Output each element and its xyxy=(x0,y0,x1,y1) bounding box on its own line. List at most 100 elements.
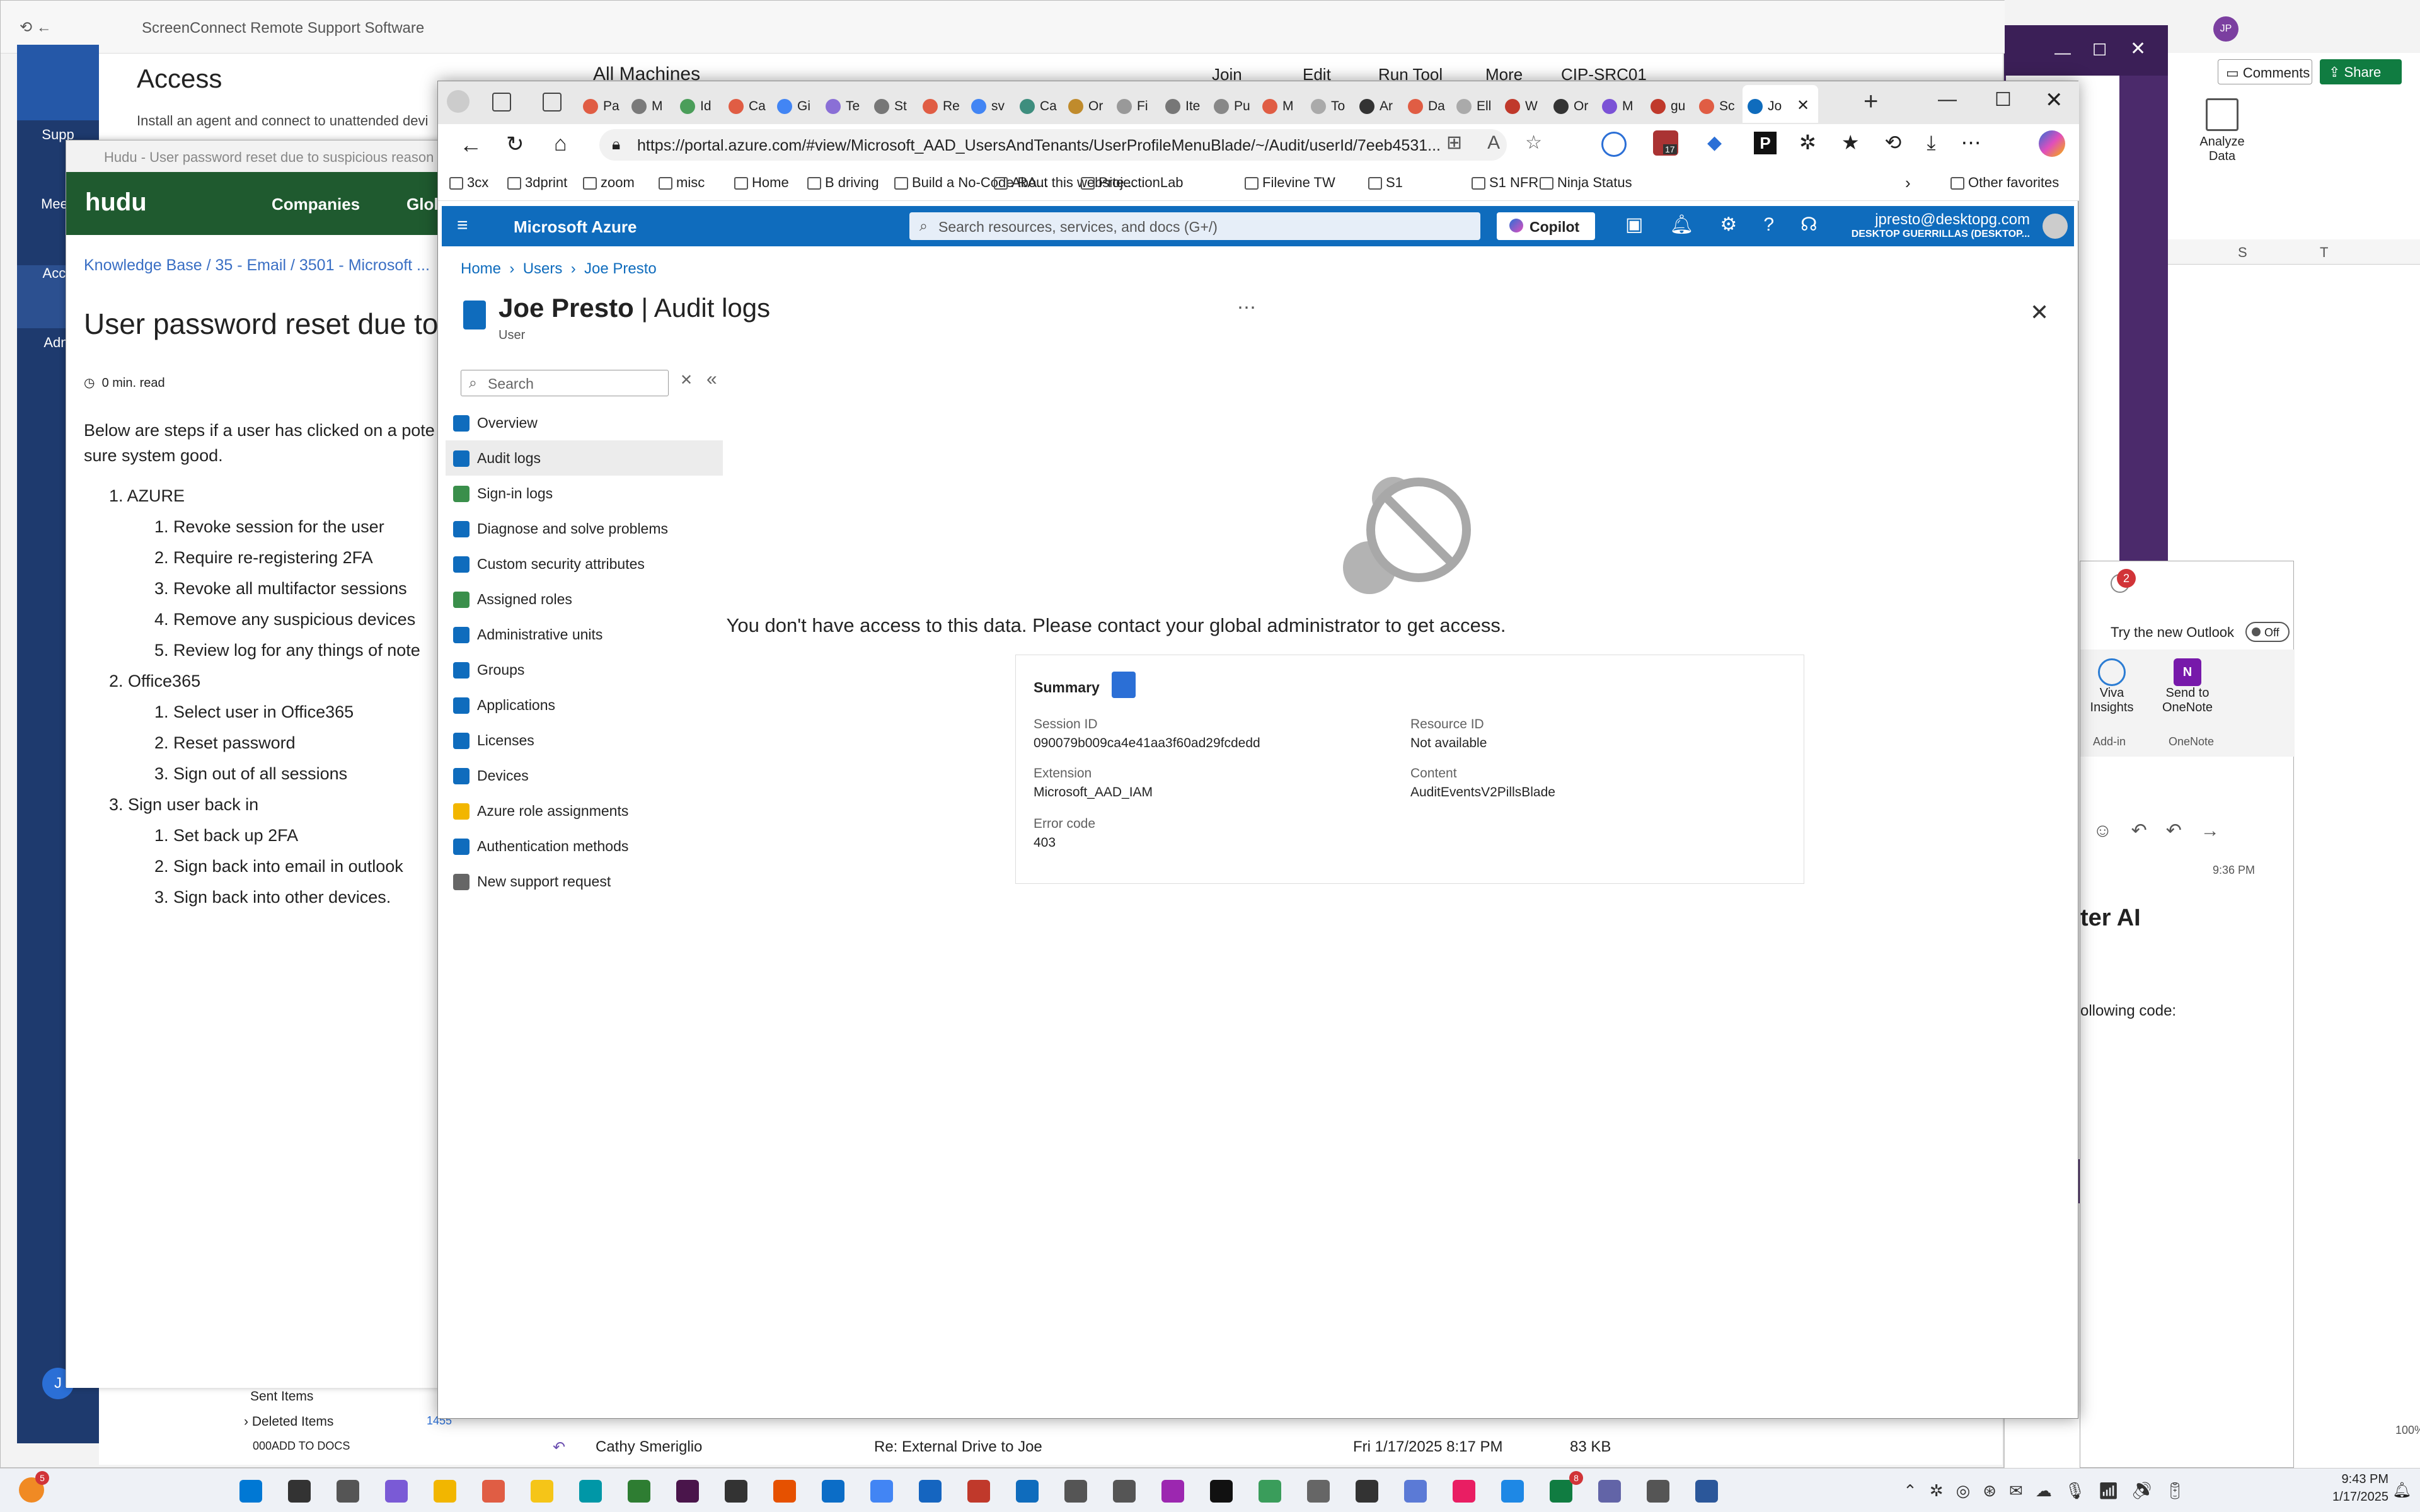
favorite-item[interactable]: B driving xyxy=(807,175,879,191)
workspaces-icon[interactable] xyxy=(492,93,511,112)
taskbar-task-view-icon[interactable] xyxy=(337,1480,359,1503)
favorite-item[interactable]: Filevine TW xyxy=(1245,175,1335,191)
menu-item-applications[interactable]: Applications xyxy=(446,687,723,723)
taskbar-file-explorer-icon[interactable] xyxy=(434,1480,456,1503)
browser-tab[interactable]: St xyxy=(869,85,918,123)
new-tab-button[interactable]: + xyxy=(1864,88,1878,116)
menu-item-diagnose-and-solve-problems[interactable]: Diagnose and solve problems xyxy=(446,511,723,546)
browser-tab[interactable]: M xyxy=(626,85,675,123)
taskbar-sticky-icon[interactable] xyxy=(1113,1480,1136,1503)
nav-global[interactable]: Glol xyxy=(406,195,439,214)
taskbar-search-icon[interactable] xyxy=(288,1480,311,1503)
taskbar-evernote-icon[interactable] xyxy=(1161,1480,1184,1503)
menu-item-sign-in-logs[interactable]: Sign-in logs xyxy=(446,476,723,511)
browser-tab[interactable]: Or xyxy=(1063,85,1112,123)
back-icon[interactable]: ⟲ ← xyxy=(20,18,52,37)
taskbar-folder-icon[interactable] xyxy=(482,1480,505,1503)
browser-tab[interactable]: Re xyxy=(918,85,966,123)
browser-tab[interactable]: Gi xyxy=(772,85,821,123)
profile-icon[interactable] xyxy=(447,90,470,113)
browser-tab[interactable]: Jo ✕ xyxy=(1743,85,1818,123)
teams-min-icon[interactable]: — xyxy=(2054,43,2071,62)
browser-tab[interactable]: Ite xyxy=(1160,85,1209,123)
menu-item-licenses[interactable]: Licenses xyxy=(446,723,723,758)
menu-item-audit-logs[interactable]: Audit logs xyxy=(446,440,723,476)
browser-tab[interactable]: Ca xyxy=(723,85,772,123)
copy-icon[interactable] xyxy=(1112,672,1136,698)
favorite-item[interactable]: ProjectionLab xyxy=(1081,175,1184,191)
analyze-data-button[interactable]: Analyze Data xyxy=(2187,94,2257,176)
teams-max-icon[interactable]: ☐ xyxy=(2092,40,2107,60)
copilot-icon[interactable] xyxy=(2039,130,2065,157)
browser-tab[interactable]: Da xyxy=(1403,85,1451,123)
mail-row[interactable]: ↶ Cathy Smeriglio Re: External Drive to … xyxy=(553,1433,1813,1465)
taskbar-word-icon[interactable] xyxy=(1598,1480,1621,1503)
drop-extension-icon[interactable]: ◆ xyxy=(1707,132,1722,154)
hudu-logo[interactable]: hudu xyxy=(85,188,147,217)
clock-date[interactable]: 1/17/2025 xyxy=(2319,1490,2388,1504)
taskbar-excel-icon[interactable] xyxy=(1453,1480,1475,1503)
menu-item-azure-role-assignments[interactable]: Azure role assignments xyxy=(446,793,723,828)
excel-avatar[interactable]: JP xyxy=(2213,16,2238,42)
minimize-icon[interactable]: — xyxy=(1938,89,1957,110)
taskbar-mail-app-icon[interactable] xyxy=(773,1480,796,1503)
tab-close-icon[interactable]: ✕ xyxy=(1797,96,1809,115)
menu-item-overview[interactable]: Overview xyxy=(446,405,723,440)
favorite-item[interactable]: S1 NFR xyxy=(1472,175,1538,191)
taskbar-outlook-desktop-icon[interactable] xyxy=(1550,1480,1572,1503)
url-input[interactable]: 🔒︎ https://portal.azure.com/#view/Micros… xyxy=(599,129,1507,161)
browser-tab[interactable]: To xyxy=(1306,85,1354,123)
send-to-onenote-button[interactable]: N Send to OneNote xyxy=(2156,658,2219,715)
browser-tab[interactable]: M xyxy=(1257,85,1306,123)
system-tray[interactable]: ⌃✲◎⊛✉☁🎙︎📶︎🔊︎🔋︎ xyxy=(1903,1481,2198,1501)
browser-tab[interactable]: Ar xyxy=(1354,85,1403,123)
taskbar-outlook-icon[interactable] xyxy=(967,1480,990,1503)
other-favorites[interactable]: Other favorites xyxy=(1950,175,2059,191)
close-icon[interactable]: ✕ xyxy=(2045,88,2063,113)
favorite-item[interactable]: Home xyxy=(734,175,789,191)
browser-tab[interactable]: Te xyxy=(821,85,869,123)
taskbar-slack-icon[interactable] xyxy=(676,1480,699,1503)
share-button[interactable]: ⇪ Share xyxy=(2320,59,2402,84)
favorite-item[interactable]: zoom xyxy=(583,175,635,191)
reply-actions[interactable]: ☺↶↶→ xyxy=(2093,820,2238,842)
copilot-button[interactable]: Copilot xyxy=(1497,212,1595,240)
browser-tab[interactable]: Fi xyxy=(1112,85,1160,123)
more-options-icon[interactable]: ⋯ xyxy=(1237,297,1256,319)
browser-tab[interactable]: Ell xyxy=(1451,85,1500,123)
menu-item-new-support-request[interactable]: New support request xyxy=(446,864,723,899)
taskbar-start-icon[interactable] xyxy=(239,1480,262,1503)
browser-tab[interactable]: W xyxy=(1500,85,1548,123)
browser-tab[interactable]: Pu xyxy=(1209,85,1257,123)
crumb-email[interactable]: 35 - Email xyxy=(215,256,286,274)
comments-button[interactable]: ▭ Comments xyxy=(2218,59,2312,84)
taskbar-settings-icon[interactable] xyxy=(1210,1480,1233,1503)
browser-tab[interactable]: gu xyxy=(1645,85,1694,123)
menu-item-authentication-methods[interactable]: Authentication methods xyxy=(446,828,723,864)
url-actions[interactable]: ⊞A☆ xyxy=(1446,132,1567,154)
home-icon[interactable]: ⌂ xyxy=(554,132,567,156)
taskbar-edge-icon[interactable] xyxy=(822,1480,844,1503)
taskbar-messages-icon[interactable] xyxy=(1307,1480,1330,1503)
browser-tab[interactable]: Or xyxy=(1548,85,1597,123)
azure-brand[interactable]: Microsoft Azure xyxy=(514,217,637,237)
taskbar-calendar-icon[interactable] xyxy=(1404,1480,1427,1503)
favorite-item[interactable]: S1 xyxy=(1368,175,1403,191)
taskbar-vpn-icon[interactable] xyxy=(1016,1480,1039,1503)
taskbar-pdf-icon[interactable] xyxy=(1647,1480,1669,1503)
menu-item-devices[interactable]: Devices xyxy=(446,758,723,793)
menu-item-groups[interactable]: Groups xyxy=(446,652,723,687)
crumb-kb[interactable]: Knowledge Base xyxy=(84,256,202,274)
taskbar-screenconnect-icon[interactable] xyxy=(1695,1480,1718,1503)
account-email[interactable]: jpresto@desktopg.com xyxy=(1866,211,2030,229)
browser-tab[interactable]: Ca xyxy=(1015,85,1063,123)
browser-tab[interactable]: Sc xyxy=(1694,85,1743,123)
favorite-item[interactable]: 3dprint xyxy=(507,175,567,191)
favorites-overflow-icon[interactable]: › xyxy=(1905,173,1911,193)
p-extension-icon[interactable]: P xyxy=(1754,132,1777,154)
viva-insights-button[interactable]: Viva Insights xyxy=(2087,658,2137,715)
sent-items[interactable]: Sent Items xyxy=(250,1389,313,1404)
new-outlook-toggle[interactable]: Off xyxy=(2245,622,2290,642)
taskbar-copilot-app-icon[interactable] xyxy=(531,1480,553,1503)
favorite-item[interactable]: Ninja Status xyxy=(1540,175,1632,191)
